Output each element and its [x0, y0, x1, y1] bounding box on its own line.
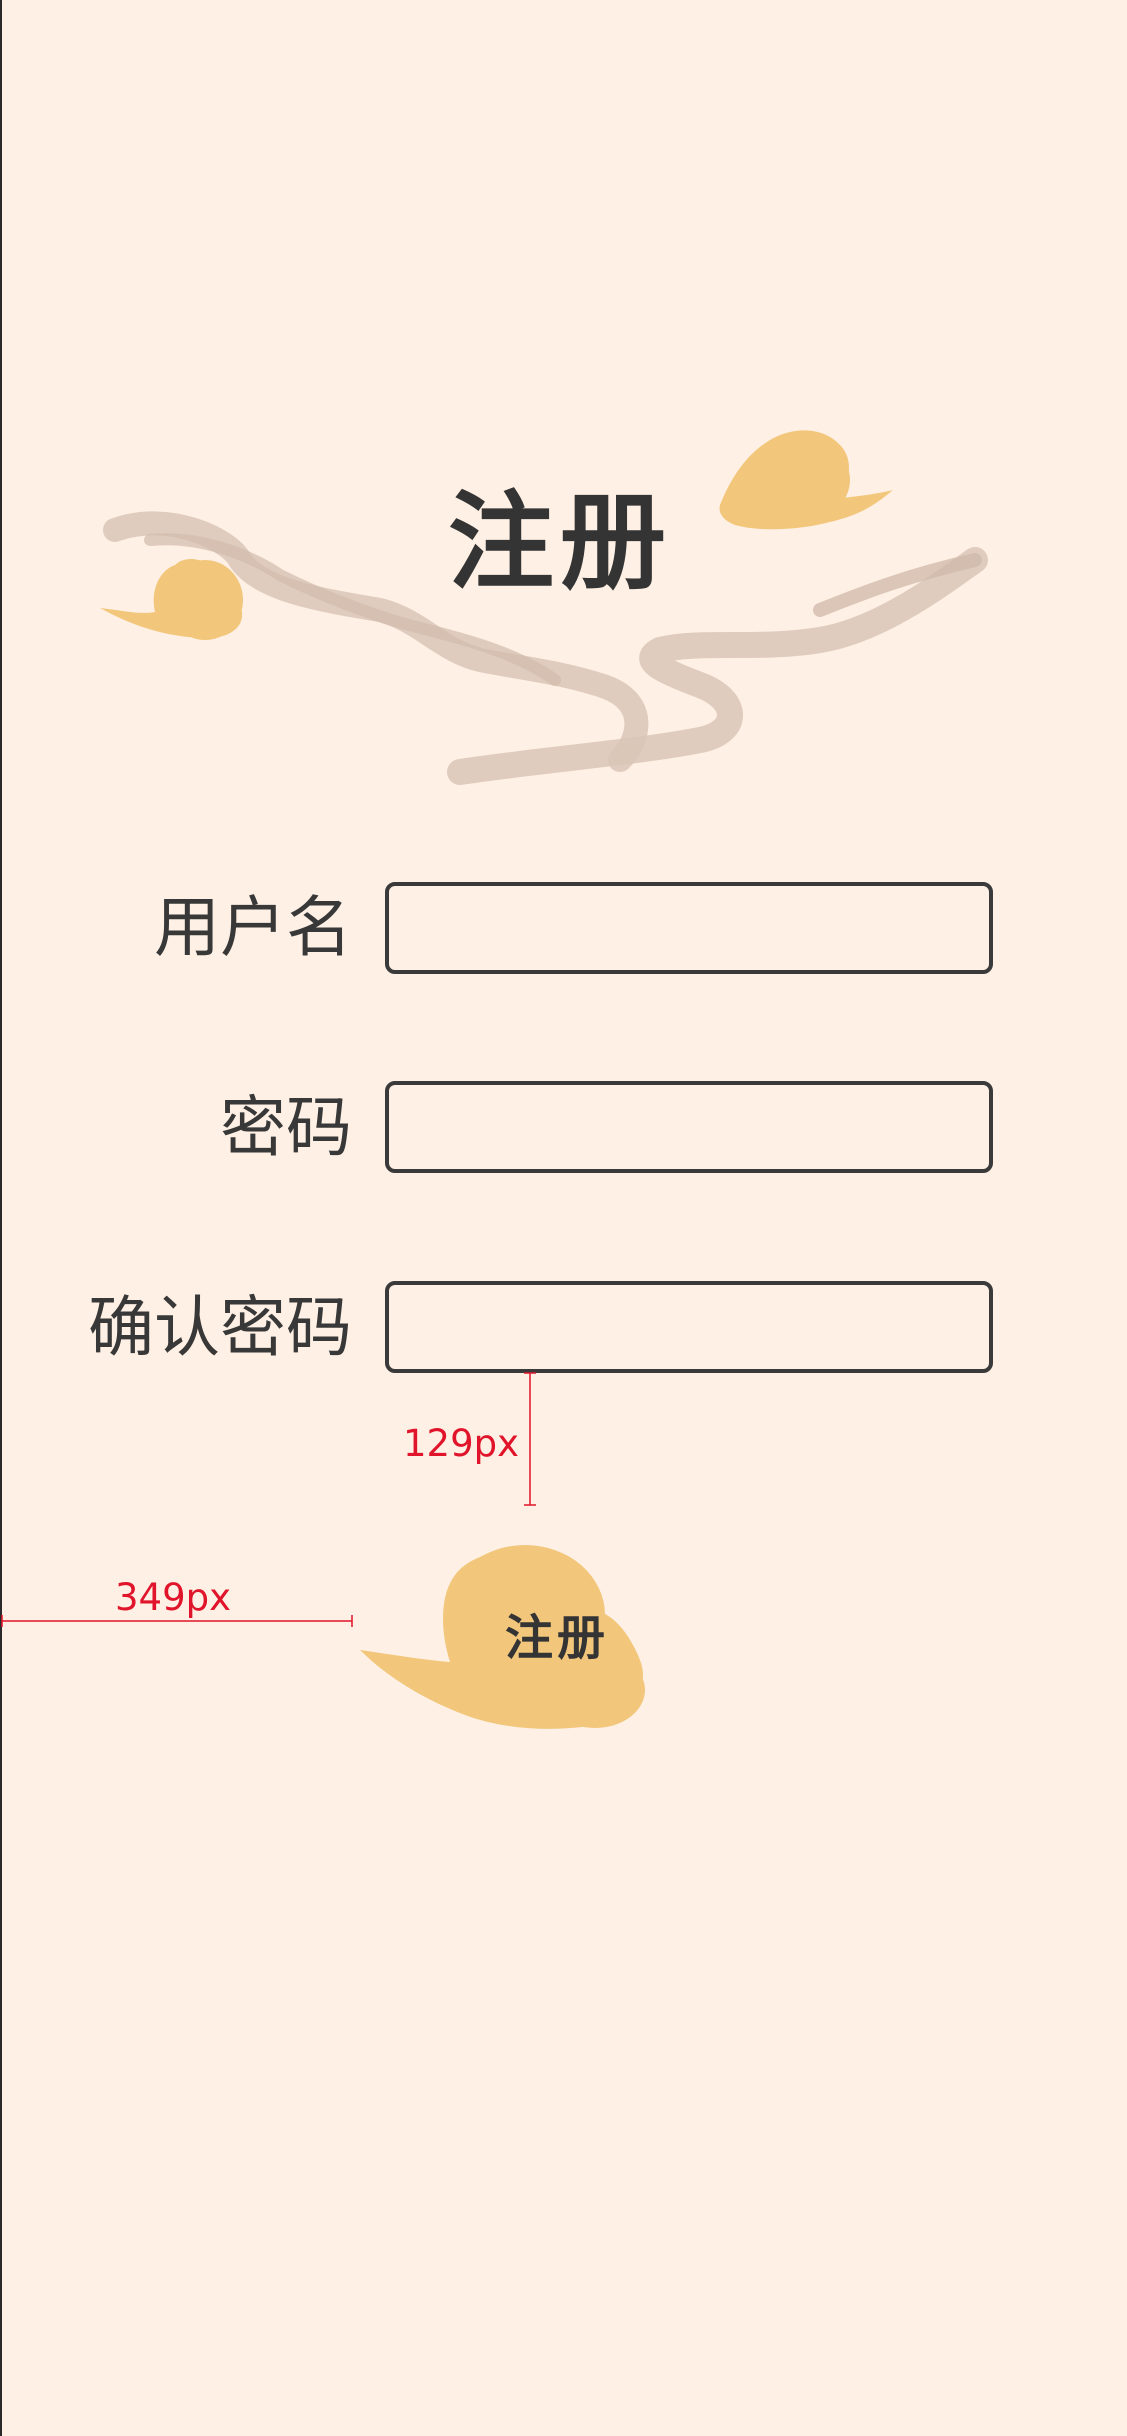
vertical-gap-label: 129px [403, 1422, 520, 1465]
horizontal-offset-label: 349px [115, 1576, 232, 1619]
vertical-gap-marker [524, 1372, 536, 1506]
register-button[interactable]: 注册 [355, 1520, 705, 1740]
measurement-lines [1, 1372, 536, 1627]
register-button-label: 注册 [505, 1610, 610, 1666]
